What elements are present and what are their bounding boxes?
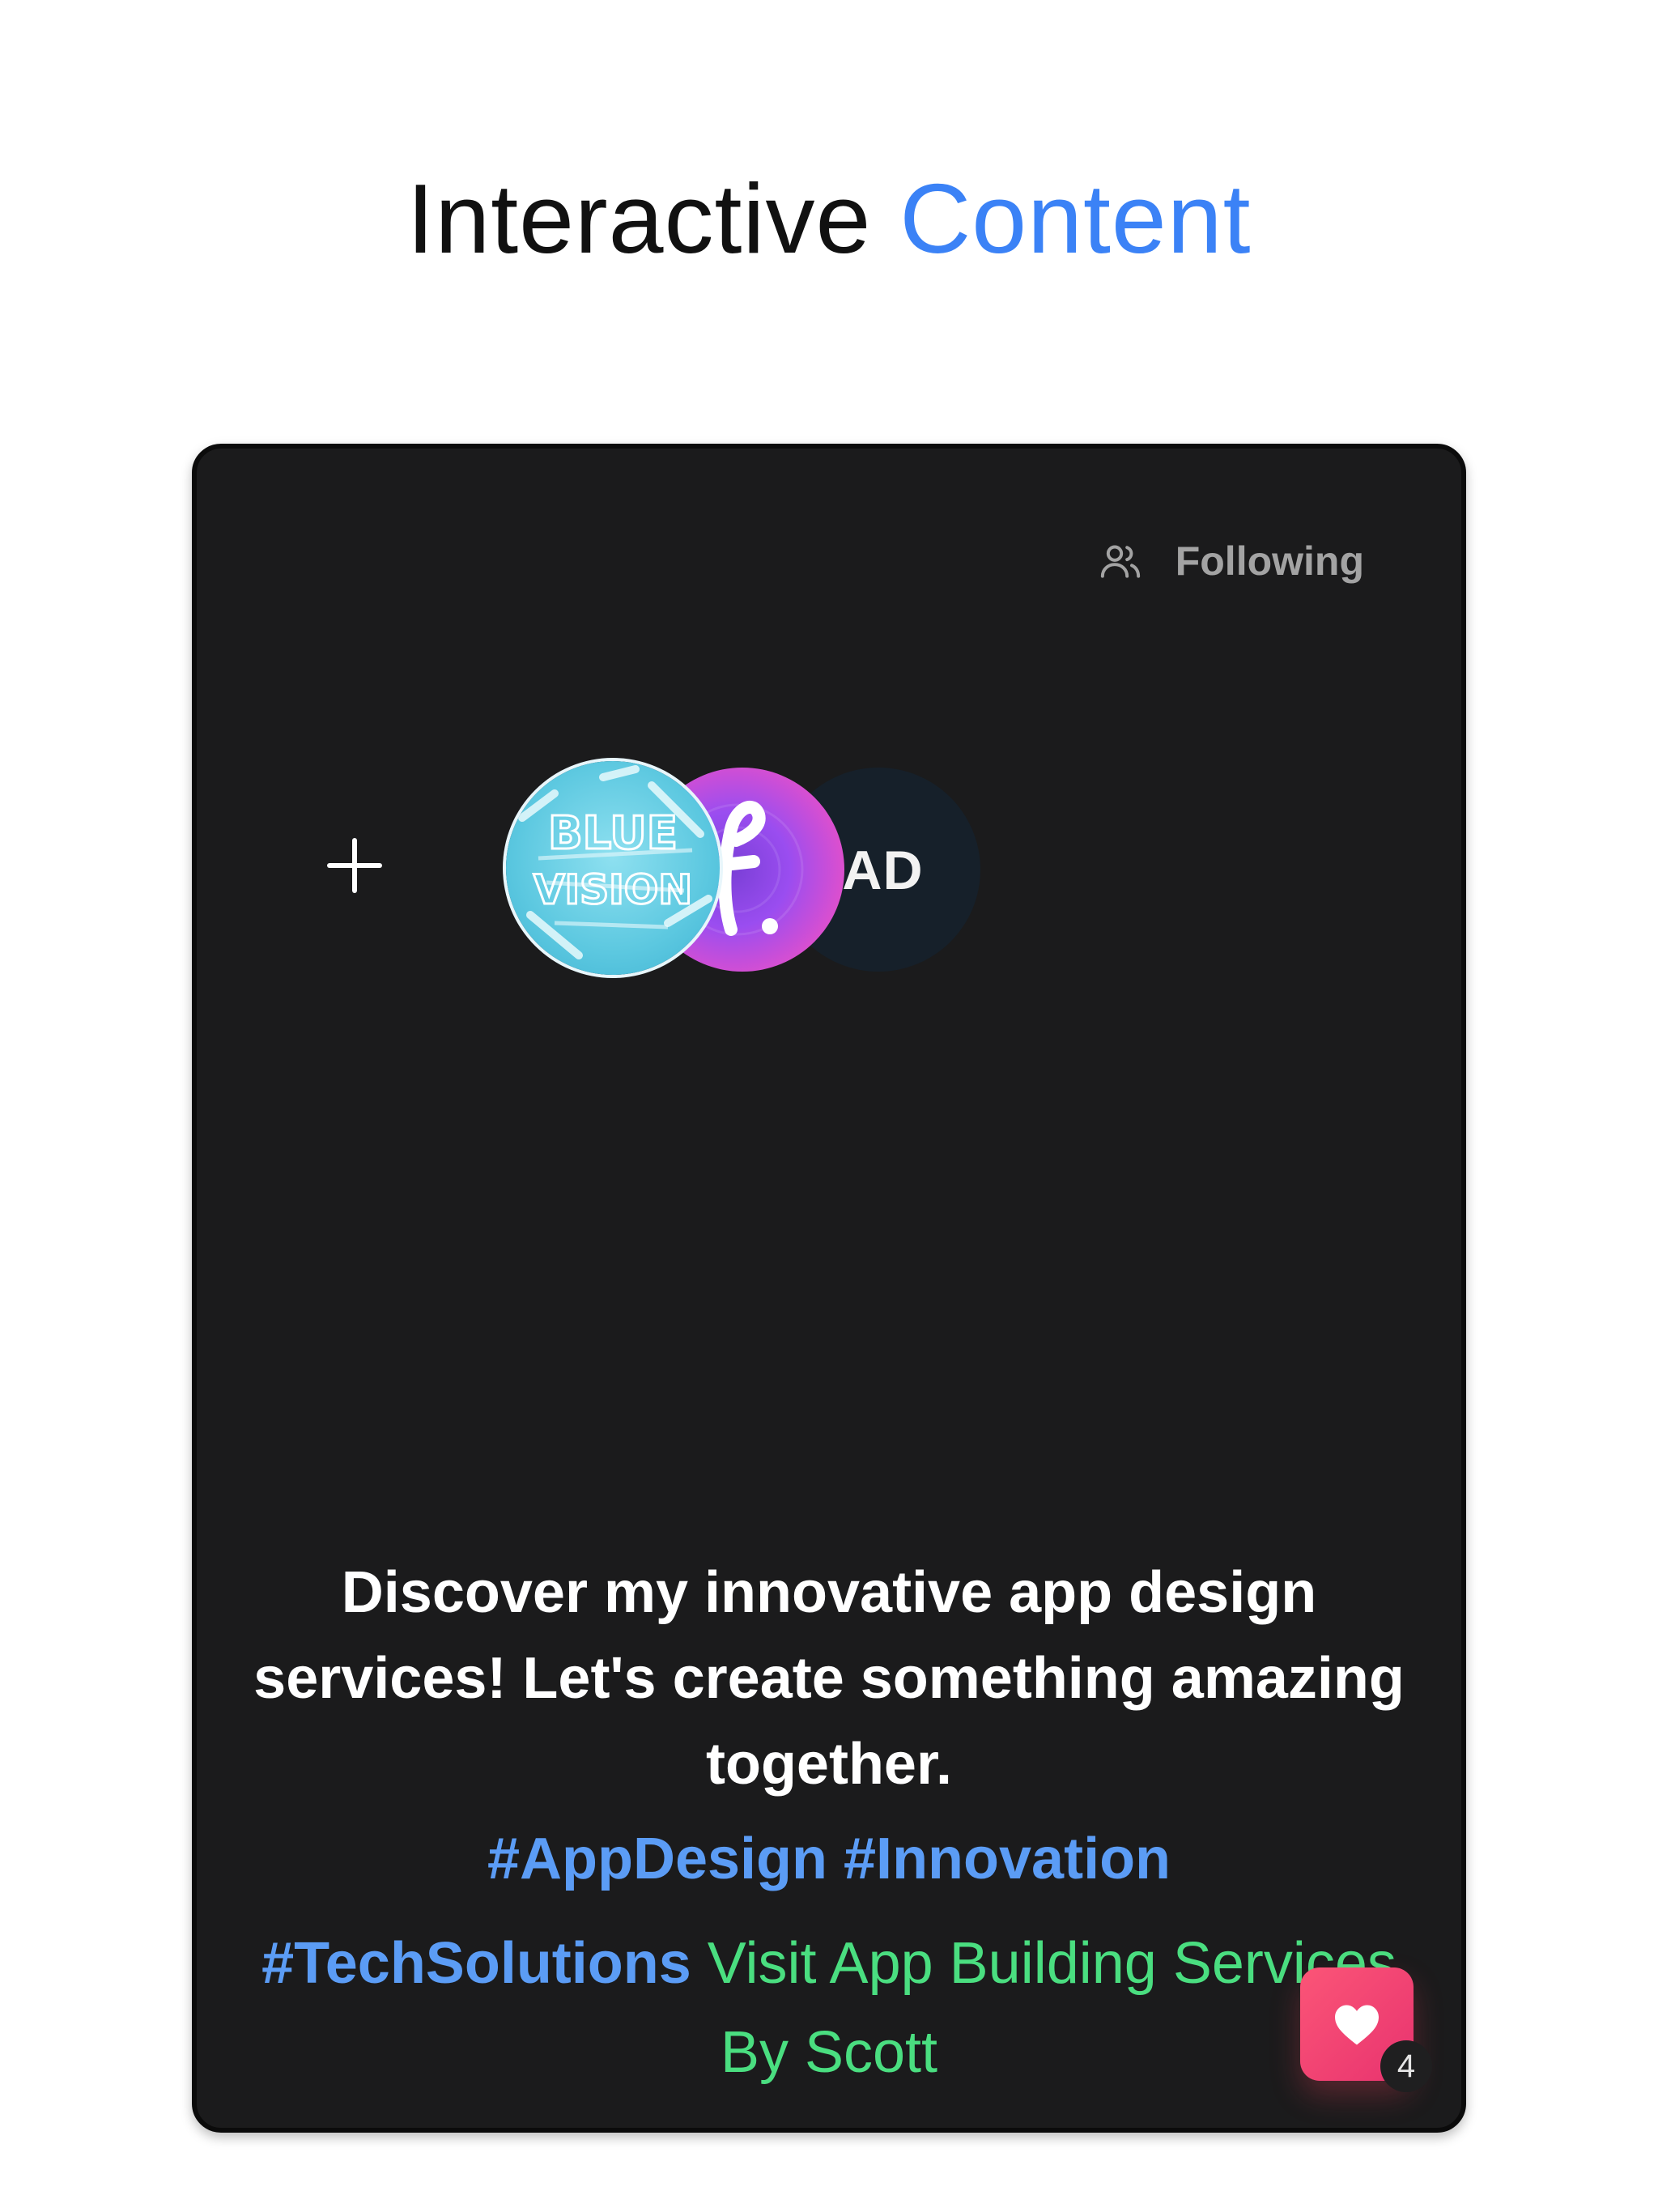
avatar-blue-vision[interactable]: BLUE VISION (506, 761, 720, 975)
svg-text:VISION: VISION (534, 866, 692, 913)
following-label: Following (1175, 538, 1364, 584)
hashtag-line: #AppDesign #Innovation (245, 1815, 1413, 1903)
blue-vision-logo-icon: BLUE VISION (518, 765, 712, 959)
post-caption: Discover my innovative app design servic… (245, 1550, 1413, 2097)
following-button[interactable]: Following (1098, 538, 1364, 585)
hashtag-appdesign[interactable]: #AppDesign (487, 1827, 827, 1891)
hashtag-innovation[interactable]: #Innovation (844, 1827, 1171, 1891)
page-title-accent: Content (899, 164, 1252, 274)
avatar-row: EAD BLUE VISION (326, 761, 1055, 980)
heart-icon (1335, 2005, 1379, 2045)
users-icon (1098, 538, 1143, 584)
page: Interactive Content Following EAD BLUE V… (0, 0, 1658, 2212)
like-count-badge: 4 (1380, 2040, 1432, 2092)
page-title-main: Interactive (406, 164, 872, 274)
hashtag-techsolutions[interactable]: #TechSolutions (261, 1931, 691, 1996)
caption-text: Discover my innovative app design servic… (253, 1560, 1405, 1797)
plus-icon[interactable] (326, 810, 383, 923)
hashtag-link-line: #TechSolutions Visit App Building Servic… (245, 1919, 1413, 2097)
svg-text:BLUE: BLUE (548, 807, 678, 860)
services-link[interactable]: Visit App Building Services By Scott (708, 1931, 1397, 2085)
content-card: Following EAD BLUE VISION Discover my in… (192, 444, 1466, 2133)
page-title: Interactive Content (0, 158, 1658, 279)
